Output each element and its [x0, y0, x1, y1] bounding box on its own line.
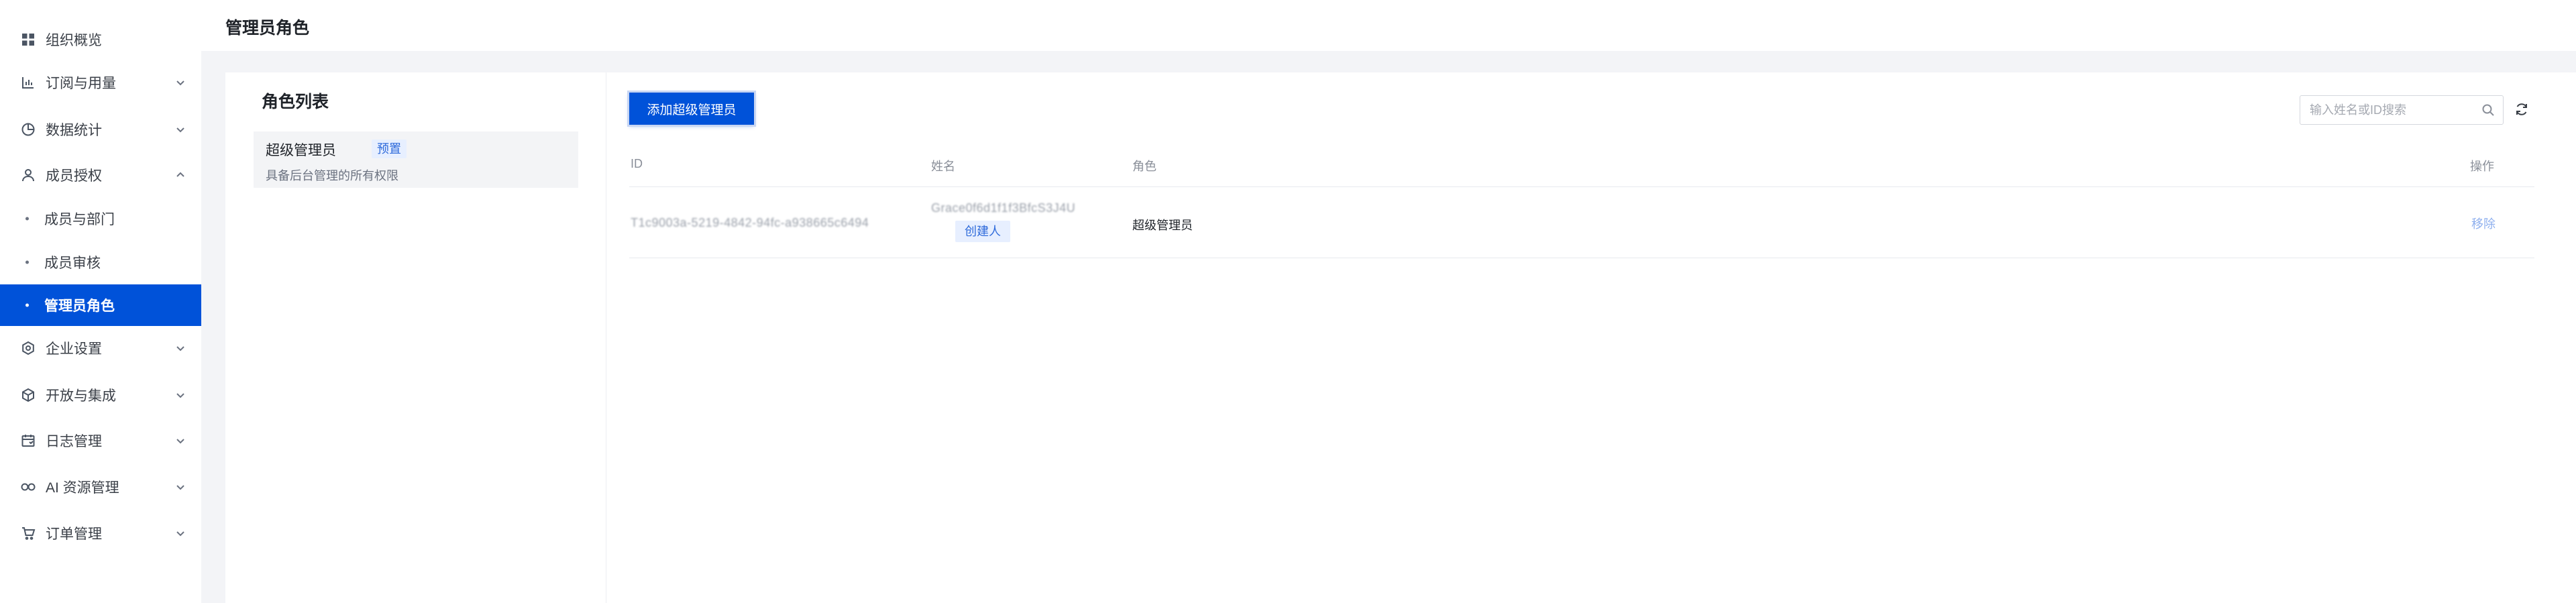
sidebar-item-label: 数据统计: [46, 123, 102, 138]
row-name: Grace0f6d1f1f3BfcS3J4U: [931, 201, 1076, 215]
user-icon: [20, 167, 36, 183]
role-item-super-admin[interactable]: 超级管理员 预置 具备后台管理的所有权限: [254, 131, 578, 188]
settings-icon: [20, 340, 36, 356]
app-root: 组织概览 订阅与用量 数据统计 成员授权 成员与部门 成员审核 管理员角色 企业…: [0, 0, 2576, 603]
sidebar-item-label: 日志管理: [46, 434, 102, 449]
sidebar-item-label: 订单管理: [46, 527, 102, 542]
chevron-down-icon: [174, 76, 186, 89]
search-icon[interactable]: [2481, 103, 2495, 117]
calendar-icon: [20, 433, 36, 449]
pie-chart-icon: [20, 121, 36, 138]
column-header-name: 姓名: [931, 160, 955, 173]
remove-link[interactable]: 移除: [2471, 215, 2496, 232]
sidebar: 组织概览 订阅与用量 数据统计 成员授权 成员与部门 成员审核 管理员角色 企业…: [0, 0, 201, 603]
preset-badge: 预置: [372, 140, 407, 158]
admin-table-panel: 添加超级管理员 ID 姓名 角色 操作 T1c9003a-5219-4842-9…: [606, 72, 2576, 603]
sidebar-subitem-members[interactable]: 成员与部门: [0, 198, 201, 239]
role-list-panel: 角色列表 超级管理员 预置 具备后台管理的所有权限: [225, 72, 606, 603]
sidebar-item-label: 成员授权: [46, 168, 102, 184]
sidebar-item-label: 组织概览: [46, 33, 102, 48]
role-list-title: 角色列表: [262, 93, 329, 111]
add-super-admin-button[interactable]: 添加超级管理员: [629, 93, 754, 125]
sidebar-item-overview[interactable]: 组织概览: [0, 19, 201, 60]
sidebar-subitem-label: 成员审核: [44, 256, 101, 271]
column-header-action: 操作: [2470, 160, 2494, 173]
sidebar-item-ai-resources[interactable]: AI 资源管理: [0, 466, 201, 508]
content-card: 角色列表 超级管理员 预置 具备后台管理的所有权限 添加超级管理员 ID 姓名 …: [225, 72, 2576, 603]
chevron-down-icon: [174, 123, 186, 135]
chevron-down-icon: [174, 481, 186, 493]
chevron-down-icon: [174, 342, 186, 354]
bar-chart-icon: [20, 74, 36, 91]
sidebar-item-label: AI 资源管理: [46, 480, 119, 496]
role-name: 超级管理员: [266, 143, 336, 158]
sidebar-item-logs[interactable]: 日志管理: [0, 420, 201, 461]
sidebar-item-enterprise-settings[interactable]: 企业设置: [0, 327, 201, 369]
bullet-dot: [25, 303, 29, 307]
role-description: 具备后台管理的所有权限: [266, 169, 398, 182]
bullet-dot: [25, 260, 29, 264]
cube-icon: [20, 387, 36, 403]
chevron-down-icon: [174, 527, 186, 539]
grid-icon: [20, 32, 36, 48]
chevron-down-icon: [174, 389, 186, 401]
sidebar-item-member-auth[interactable]: 成员授权: [0, 154, 201, 196]
sidebar-item-label: 开放与集成: [46, 388, 116, 404]
sidebar-item-label: 企业设置: [46, 341, 102, 357]
sidebar-item-label: 订阅与用量: [46, 76, 116, 91]
row-role: 超级管理员: [1132, 219, 1193, 232]
sidebar-subitem-label: 成员与部门: [44, 212, 115, 227]
sidebar-subitem-admin-roles[interactable]: 管理员角色: [0, 284, 201, 326]
row-id: T1c9003a-5219-4842-94fc-a938665c6494: [631, 216, 869, 229]
header-divider: [629, 186, 2534, 187]
bullet-dot: [25, 217, 29, 221]
sidebar-item-subscription[interactable]: 订阅与用量: [0, 62, 201, 103]
page-title: 管理员角色: [225, 19, 310, 38]
sidebar-subitem-review[interactable]: 成员审核: [0, 241, 201, 283]
chevron-down-icon: [174, 435, 186, 447]
sidebar-subitem-label: 管理员角色: [44, 298, 115, 314]
search-input[interactable]: [2310, 96, 2471, 124]
infinity-icon: [20, 479, 36, 495]
column-header-id: ID: [631, 157, 643, 170]
column-header-role: 角色: [1132, 160, 1157, 173]
sidebar-item-orders[interactable]: 订单管理: [0, 512, 201, 554]
creator-badge: 创建人: [955, 221, 1010, 242]
cart-icon: [20, 525, 36, 541]
refresh-icon[interactable]: [2514, 102, 2530, 118]
chevron-up-icon: [174, 169, 186, 181]
sidebar-item-integration[interactable]: 开放与集成: [0, 374, 201, 416]
top-header: 管理员角色: [201, 0, 2576, 51]
sidebar-item-statistics[interactable]: 数据统计: [0, 109, 201, 150]
search-box: [2300, 95, 2504, 125]
